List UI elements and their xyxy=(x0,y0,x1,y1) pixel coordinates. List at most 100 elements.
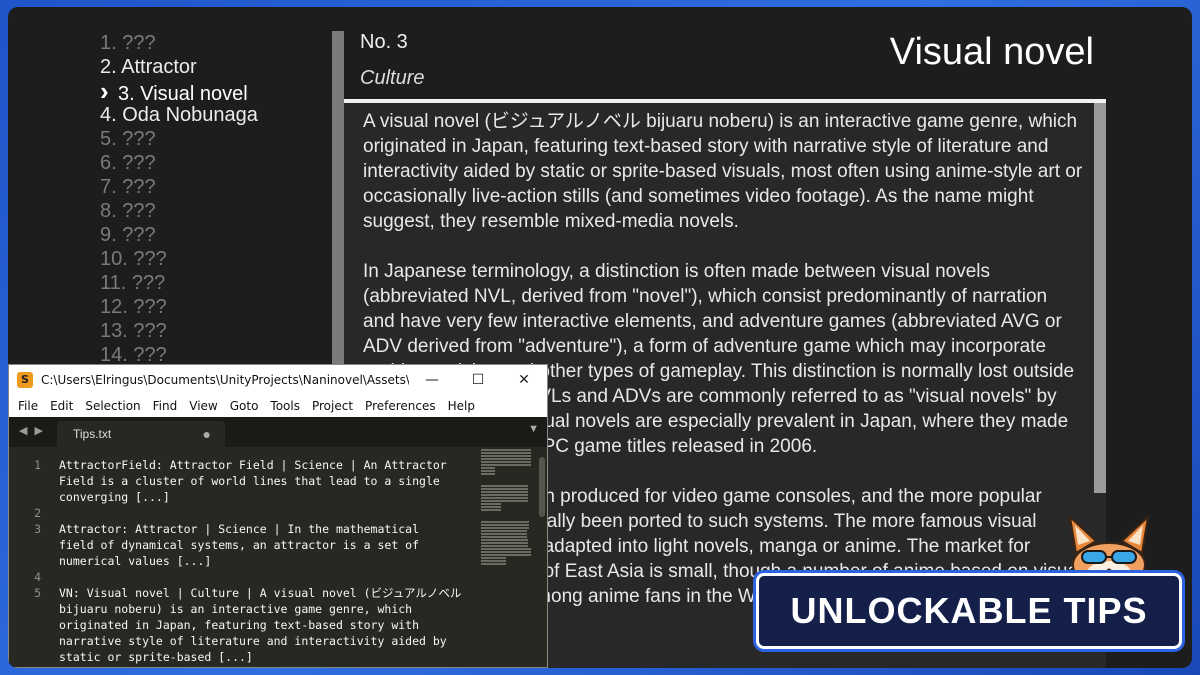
code-line[interactable]: field of dynamical systems, an attractor… xyxy=(59,537,479,553)
description-scrollbar[interactable] xyxy=(1094,103,1106,493)
code-line[interactable] xyxy=(59,505,479,521)
minimap-line xyxy=(481,521,529,523)
line-number: 2 xyxy=(34,506,41,520)
maximize-button[interactable]: ☐ xyxy=(455,372,501,388)
code-line[interactable]: AttractorField: Attractor Field | Scienc… xyxy=(59,457,479,473)
minimap-line xyxy=(481,509,501,511)
code-area[interactable]: AttractorField: Attractor Field | Scienc… xyxy=(59,457,479,667)
minimap-line xyxy=(481,503,501,505)
tip-list-label: 5. ??? xyxy=(100,128,156,150)
minimap-line xyxy=(481,452,531,454)
menu-tools[interactable]: Tools xyxy=(264,399,306,413)
tip-list-item: 10. ??? xyxy=(100,247,330,271)
menu-selection[interactable]: Selection xyxy=(79,399,146,413)
minimap-line xyxy=(481,461,531,463)
tip-list-item: 8. ??? xyxy=(100,199,330,223)
code-line[interactable]: originated in Japan, featuring text-base… xyxy=(59,617,479,633)
tab-label: Tips.txt xyxy=(73,427,112,441)
minimap-line xyxy=(481,488,528,490)
tips-list: 1. ??? 2. Attractor › 3. Visual novel 4. Oda… xyxy=(100,31,330,367)
tip-list-label: 4. Oda Nobunaga xyxy=(100,104,258,126)
tip-number: No. 3 xyxy=(360,31,408,53)
tip-list-item: 13. ??? xyxy=(100,319,330,343)
tip-list-label: 3. Visual novel xyxy=(118,83,248,105)
tip-list-item[interactable]: 4. Oda Nobunaga xyxy=(100,103,330,127)
code-line[interactable]: static or sprite-based [...] xyxy=(59,649,479,665)
game-tips-screen: 1. ??? 2. Attractor › 3. Visual novel 4. Oda… xyxy=(8,7,1192,668)
tab-nav-arrows-icon[interactable]: ◀ ▶ xyxy=(19,424,45,437)
menu-find[interactable]: Find xyxy=(147,399,184,413)
minimap-line xyxy=(481,563,506,565)
code-line[interactable]: Field is a cluster of world lines that l… xyxy=(59,473,479,489)
minimap-line xyxy=(481,464,531,466)
minimap-line xyxy=(481,533,527,535)
line-number xyxy=(9,537,53,553)
tip-list-item: 9. ??? xyxy=(100,223,330,247)
code-line[interactable]: converging [...] xyxy=(59,489,479,505)
editor-tabbar: ◀ ▶ Tips.txt ● ▼ xyxy=(9,417,547,447)
tip-list-label: 11. ??? xyxy=(100,272,166,294)
close-button[interactable]: ✕ xyxy=(501,372,547,388)
minimap-line xyxy=(481,548,531,550)
minimap-line xyxy=(481,473,495,475)
tip-list-label: 9. ??? xyxy=(100,224,156,246)
menu-goto[interactable]: Goto xyxy=(224,399,265,413)
code-line[interactable]: VN: Visual novel | Culture | A visual no… xyxy=(59,585,479,601)
editor-content[interactable]: 1 2 3 4 5 6 AttractorField: Attractor Field |… xyxy=(9,447,547,667)
line-number xyxy=(9,601,53,617)
code-line[interactable] xyxy=(59,665,479,667)
minimap-line xyxy=(481,491,528,493)
editor-titlebar[interactable]: S C:\Users\Elringus\Documents\UnityProje… xyxy=(9,365,547,395)
tip-title: Visual novel xyxy=(889,31,1094,73)
tip-list-label: 8. ??? xyxy=(100,200,156,222)
tip-category: Culture xyxy=(360,67,425,89)
badge-text: UNLOCKABLE TIPS xyxy=(790,590,1148,631)
code-line[interactable] xyxy=(59,569,479,585)
description-paragraph: A visual novel (ビジュアルノベル bijuaru noberu)… xyxy=(363,111,1083,232)
tip-list-label: 2. Attractor xyxy=(100,56,197,78)
line-number xyxy=(9,649,53,665)
menu-view[interactable]: View xyxy=(183,399,223,413)
tab-tips-txt[interactable]: Tips.txt ● xyxy=(57,421,225,447)
menu-edit[interactable]: Edit xyxy=(44,399,79,413)
minimap-line xyxy=(481,497,528,499)
menu-help[interactable]: Help xyxy=(442,399,481,413)
minimap-line xyxy=(481,536,527,538)
tip-list-label: 12. ??? xyxy=(100,296,167,318)
sublime-logo-icon: S xyxy=(17,372,33,388)
line-number xyxy=(9,617,53,633)
tip-list-item[interactable]: 2. Attractor xyxy=(100,55,330,79)
minimap-line xyxy=(481,458,531,460)
minimap-line xyxy=(481,554,531,556)
tip-list-label: 10. ??? xyxy=(100,248,167,270)
tip-list-item[interactable]: › 3. Visual novel xyxy=(100,76,330,106)
code-line[interactable]: Attractor: Attractor | Science | In the … xyxy=(59,521,479,537)
line-number: 3 xyxy=(34,522,41,536)
editor-scrollbar[interactable] xyxy=(539,457,545,517)
line-number xyxy=(9,553,53,569)
code-line[interactable]: numerical values [...] xyxy=(59,553,479,569)
code-line[interactable]: narrative style of literature and intera… xyxy=(59,633,479,649)
tip-list-item: 6. ??? xyxy=(100,151,330,175)
menu-project[interactable]: Project xyxy=(306,399,359,413)
minimap-line xyxy=(481,557,506,559)
editor-minimap[interactable] xyxy=(481,449,537,589)
menu-file[interactable]: File xyxy=(12,399,44,413)
tip-list-label: 1. ??? xyxy=(100,32,156,54)
tip-list-label: 14. ??? xyxy=(100,344,167,366)
minimap-line xyxy=(481,539,528,541)
code-line[interactable]: bijuaru noberu) is an interactive game g… xyxy=(59,601,479,617)
line-number xyxy=(9,489,53,505)
minimap-line xyxy=(481,500,528,502)
tip-list-item: 1. ??? xyxy=(100,31,330,55)
minimap-line xyxy=(481,485,528,487)
chevron-right-icon: › xyxy=(100,76,109,106)
minimap-line xyxy=(481,467,495,469)
minimize-button[interactable]: — xyxy=(409,372,455,388)
tip-list-item: 5. ??? xyxy=(100,127,330,151)
line-number: 6 xyxy=(9,665,53,667)
unsaved-dot-icon[interactable]: ● xyxy=(203,421,211,447)
menu-preferences[interactable]: Preferences xyxy=(359,399,442,413)
tab-dropdown-icon[interactable]: ▼ xyxy=(528,423,539,435)
line-number xyxy=(9,473,53,489)
